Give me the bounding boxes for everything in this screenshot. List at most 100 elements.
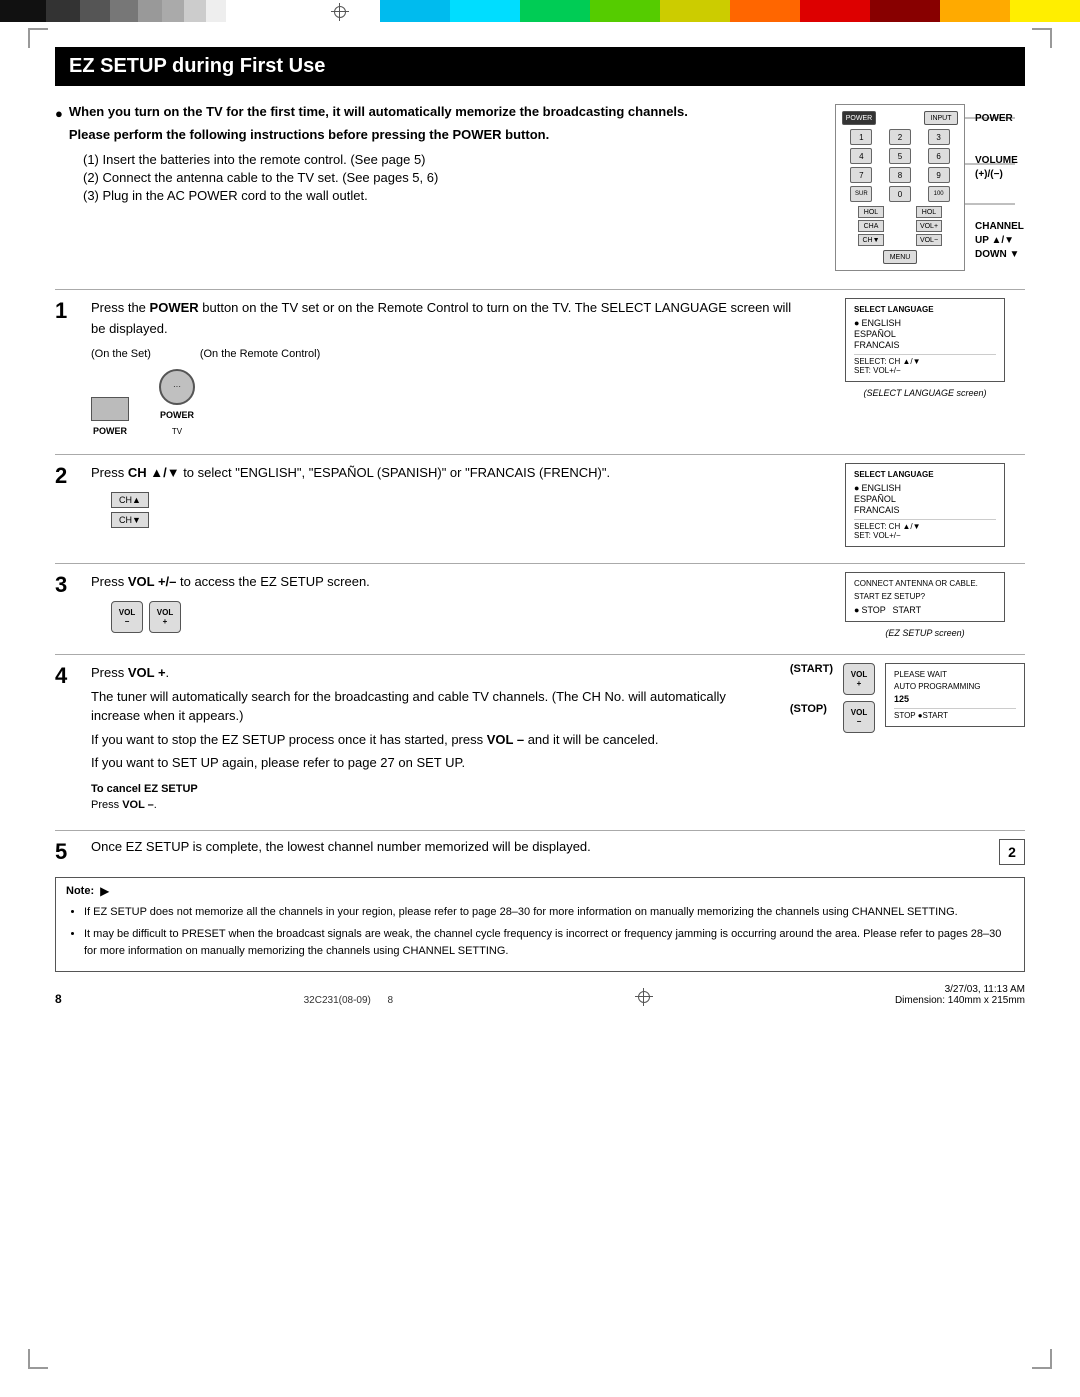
step3-number: 3 bbox=[55, 572, 75, 598]
step2-number: 2 bbox=[55, 463, 75, 489]
remote-power-drawing: ··· POWER TV bbox=[159, 369, 195, 438]
step4-cancel-title: To cancel EZ SETUP bbox=[91, 783, 198, 795]
color-block-9 bbox=[226, 0, 246, 22]
corner-br bbox=[1032, 1349, 1052, 1369]
input-button: INPUT bbox=[924, 111, 958, 125]
step1-buttons: POWER ··· POWER TV bbox=[91, 369, 809, 438]
vol-plus-btn-main: VOL+ bbox=[916, 220, 942, 232]
intro-text: ● When you turn on the TV for the first … bbox=[55, 104, 815, 271]
step1-screen: SELECT LANGUAGE ENGLISH ESPAÑOL FRANCAIS… bbox=[845, 298, 1005, 382]
step2-content: Press CH ▲/▼ to select "ENGLISH", "ESPAÑ… bbox=[91, 463, 809, 528]
remote-num-row3: 7 8 9 bbox=[842, 167, 958, 183]
btn-3: 3 bbox=[928, 129, 950, 145]
step1-image: SELECT LANGUAGE ENGLISH ESPAÑOL FRANCAIS… bbox=[825, 298, 1025, 398]
step2-screen-footer: SELECT: CH ▲/▼SET: VOL+/− bbox=[854, 519, 996, 540]
power-rect-label: POWER bbox=[93, 424, 127, 438]
step2-screen-title: SELECT LANGUAGE bbox=[854, 470, 996, 479]
vol-plus-btn: VOL + bbox=[149, 601, 181, 633]
bullet-dot-1: ● bbox=[55, 106, 63, 121]
step3-screen: CONNECT ANTENNA OR CABLE. START EZ SETUP… bbox=[845, 572, 1005, 622]
step3-content: Press VOL +/– to access the EZ SETUP scr… bbox=[91, 572, 809, 633]
color-block-cyan bbox=[380, 0, 450, 22]
power-word: POWER bbox=[452, 127, 501, 142]
vol-buttons: HOL CHA CH▼ bbox=[858, 206, 884, 246]
step3-screen-caption: (EZ SETUP screen) bbox=[885, 628, 964, 638]
divider-4 bbox=[55, 654, 1025, 655]
power-top-button: POWER bbox=[842, 111, 876, 125]
footer-page-number: 8 bbox=[55, 992, 62, 1006]
remote-panel: POWER INPUT 1 2 3 4 5 6 7 8 9 bbox=[835, 104, 965, 271]
btn-surround: SUR bbox=[850, 186, 872, 202]
color-block-bright-yellow bbox=[1010, 0, 1080, 22]
step2-opt-english: ENGLISH bbox=[854, 483, 996, 493]
step4-number: 4 bbox=[55, 663, 75, 689]
bullet1-bold: When you turn on the TV for the first ti… bbox=[69, 104, 688, 119]
step3-text: Press VOL +/– to access the EZ SETUP scr… bbox=[91, 572, 809, 593]
step2-image: SELECT LANGUAGE ENGLISH ESPAÑOL FRANCAIS… bbox=[825, 463, 1025, 547]
color-block-8 bbox=[206, 0, 226, 22]
note-bullet-1: If EZ SETUP does not memorize all the ch… bbox=[84, 904, 1014, 921]
step5-content: Once EZ SETUP is complete, the lowest ch… bbox=[91, 839, 889, 854]
step5-text: Once EZ SETUP is complete, the lowest ch… bbox=[91, 839, 889, 854]
btn-9: 9 bbox=[928, 167, 950, 183]
step1-section: 1 Press the POWER button on the TV set o… bbox=[55, 298, 1025, 438]
color-block-3 bbox=[80, 0, 110, 22]
step1-note: (On the Set) (On the Remote Control) bbox=[91, 346, 809, 364]
note-box: Note: ▶ If EZ SETUP does not memorize al… bbox=[55, 877, 1025, 973]
btn-1: 1 bbox=[850, 129, 872, 145]
top-bar-left-blacks bbox=[0, 0, 300, 22]
step3-vol-buttons: VOL − VOL + bbox=[111, 601, 809, 633]
corner-tl bbox=[28, 28, 48, 48]
step3-section: 3 Press VOL +/– to access the EZ SETUP s… bbox=[55, 572, 1025, 638]
top-color-bar bbox=[0, 0, 1080, 22]
step1-note-set: (On the Set) bbox=[91, 348, 151, 360]
top-bar-right-colors bbox=[380, 0, 1080, 22]
btn-6: 6 bbox=[928, 148, 950, 164]
step3-screen-options: STOP START bbox=[854, 605, 996, 615]
step1-screen-title: SELECT LANGUAGE bbox=[854, 305, 996, 314]
color-block-orange bbox=[730, 0, 800, 22]
color-block-4 bbox=[110, 0, 138, 22]
color-block-lt-cyan bbox=[450, 0, 520, 22]
start-label: (START) bbox=[790, 663, 833, 675]
step4-screen-line3: 125 bbox=[894, 694, 1016, 704]
tv-remote-diagram: POWER INPUT 1 2 3 4 5 6 7 8 9 bbox=[835, 104, 1025, 271]
step1-screen-caption: (SELECT LANGUAGE screen) bbox=[863, 388, 986, 398]
footer-page: 8 bbox=[388, 995, 394, 1006]
corner-tr bbox=[1032, 28, 1052, 48]
step4-cancel-box: To cancel EZ SETUP Press VOL –. bbox=[91, 781, 774, 814]
footer-date: 3/27/03, 11:13 AM bbox=[945, 984, 1025, 995]
btn-8: 8 bbox=[889, 167, 911, 183]
step4-content: Press VOL +. The tuner will automaticall… bbox=[91, 663, 774, 814]
step1-text: Press the POWER button on the TV set or … bbox=[91, 298, 809, 340]
step2-section: 2 Press CH ▲/▼ to select "ENGLISH", "ESP… bbox=[55, 463, 1025, 547]
bullet-text-2: Please perform the following instruction… bbox=[69, 127, 549, 144]
step4-screen: PLEASE WAIT AUTO PROGRAMMING 125 STOP ●S… bbox=[885, 663, 1025, 727]
footer: 8 32C231(08-09) 8 3/27/03, 11:13 AM Dime… bbox=[55, 984, 1025, 1006]
corner-bl bbox=[28, 1349, 48, 1369]
step4-para3: If you want to SET UP again, please refe… bbox=[91, 753, 774, 773]
step2-ch-buttons: CH▲ CH▼ bbox=[111, 492, 809, 528]
cha-btn: CHA bbox=[858, 220, 884, 232]
btn-4: 4 bbox=[850, 148, 872, 164]
color-block-red bbox=[800, 0, 870, 22]
btn-2: 2 bbox=[889, 129, 911, 145]
intro-step-2: (2) Connect the antenna cable to the TV … bbox=[83, 170, 815, 185]
step3-screen-line2: START EZ SETUP? bbox=[854, 592, 996, 601]
step3-start-opt: START bbox=[892, 605, 921, 615]
step1-note-remote: (On the Remote Control) bbox=[200, 348, 320, 360]
step5-number: 5 bbox=[55, 839, 75, 865]
step5-section: 5 Once EZ SETUP is complete, the lowest … bbox=[55, 839, 1025, 865]
step1-content: Press the POWER button on the TV set or … bbox=[91, 298, 809, 438]
step4-section: 4 Press VOL +. The tuner will automatica… bbox=[55, 663, 1025, 814]
top-bar-center-registration bbox=[300, 0, 380, 22]
btn-100: 100 bbox=[928, 186, 950, 202]
remote-num-row2: 4 5 6 bbox=[842, 148, 958, 164]
step5-image: 2 bbox=[905, 839, 1025, 865]
color-block-gold bbox=[940, 0, 1010, 22]
intro-step-3: (3) Plug in the AC POWER cord to the wal… bbox=[83, 188, 815, 203]
footer-code-text: 32C231(08-09) bbox=[304, 995, 371, 1006]
divider-3 bbox=[55, 563, 1025, 564]
divider-5 bbox=[55, 830, 1025, 831]
step4-vol-buttons: VOL + VOL − bbox=[843, 663, 875, 733]
